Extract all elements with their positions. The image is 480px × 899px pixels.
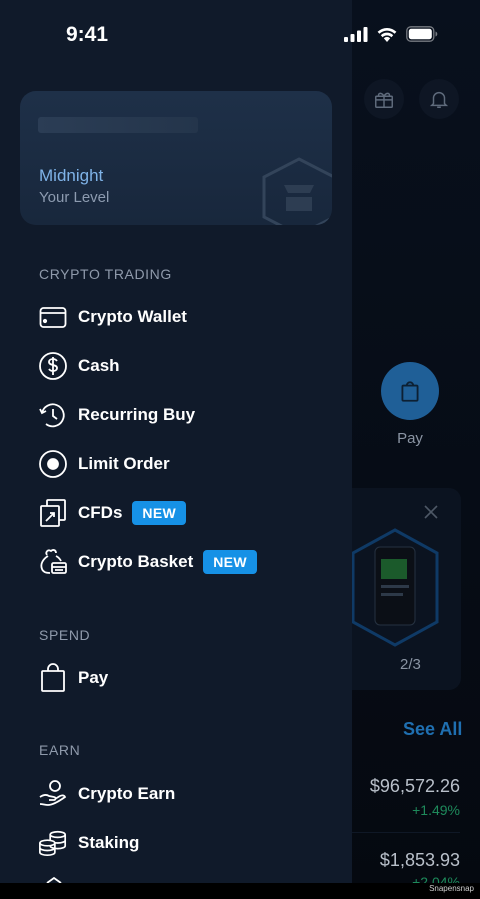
menu-item-limit-order[interactable]: Limit Order [38,447,170,481]
cfd-chart-icon [38,498,68,528]
footer-strip: Snapensnap [0,883,480,899]
level-card[interactable]: Midnight Your Level [20,91,332,225]
menu-item-label: Crypto Earn [78,784,176,803]
menu-item-label: CFDs [78,503,123,522]
menu-item-label: Limit Order [78,454,170,473]
section-title-spend: SPEND [39,627,91,643]
level-subtitle: Your Level [39,189,110,206]
close-icon[interactable] [422,503,440,521]
lion-shield-logo-icon [262,157,332,225]
hand-coin-icon [38,779,68,809]
target-icon [38,449,68,479]
gift-icon [375,92,393,108]
menu-item-recurring-buy[interactable]: Recurring Buy [38,398,195,432]
pay-shortcut-label: Pay [397,430,423,447]
menu-item-staking[interactable]: Staking [38,826,139,860]
see-all-link[interactable]: See All [403,719,462,740]
status-time: 9:41 [66,23,109,46]
watermark-text: Snapensnap [429,884,474,893]
notifications-button[interactable] [419,79,459,119]
gift-button[interactable] [364,79,404,119]
level-card-redacted-bar [38,117,198,133]
menu-item-label: Staking [78,833,140,852]
status-icons [344,26,438,42]
divider [350,832,460,833]
side-drawer: Midnight Your Level CRYPTO TRADING Crypt… [0,0,352,883]
menu-item-label: Recurring Buy [78,405,196,424]
menu-item-cfds[interactable]: CFDs NEW [38,496,186,530]
menu-item-crypto-basket[interactable]: Crypto Basket NEW [38,545,257,579]
level-name: Midnight [39,166,104,185]
shopping-bag-icon [401,381,419,402]
dollar-icon [38,351,68,381]
bell-icon [429,91,449,108]
asset-price: $96,572.26 [369,776,460,796]
menu-item-label: Crypto Wallet [78,307,187,326]
section-title-earn: EARN [39,742,81,758]
menu-item-crypto-wallet[interactable]: Crypto Wallet [38,300,187,334]
menu-item-crypto-earn[interactable]: Crypto Earn [38,777,175,811]
basket-icon [38,547,68,577]
promo-card-illustration [351,528,439,647]
recurring-clock-icon [38,400,68,430]
pay-shortcut-button[interactable] [381,362,439,420]
menu-item-cash[interactable]: Cash [38,349,120,383]
new-badge: NEW [203,550,257,574]
asset-price: $1,853.93 [379,850,460,870]
wallet-icon [38,302,68,332]
menu-item-pay[interactable]: Pay [38,661,108,695]
menu-item-label: Pay [78,668,109,687]
shopping-bag-icon [38,663,68,693]
menu-item-label: Cash [78,356,120,375]
new-badge: NEW [132,501,186,525]
asset-change: +1.49% [412,802,460,818]
coin-stack-icon [38,828,68,858]
cellular-signal-icon [344,27,368,42]
wifi-icon [377,27,397,42]
section-title-crypto-trading: CRYPTO TRADING [39,266,172,282]
battery-icon [406,26,438,42]
promo-page-counter: 2/3 [400,656,421,673]
menu-item-label: Crypto Basket [78,552,194,571]
